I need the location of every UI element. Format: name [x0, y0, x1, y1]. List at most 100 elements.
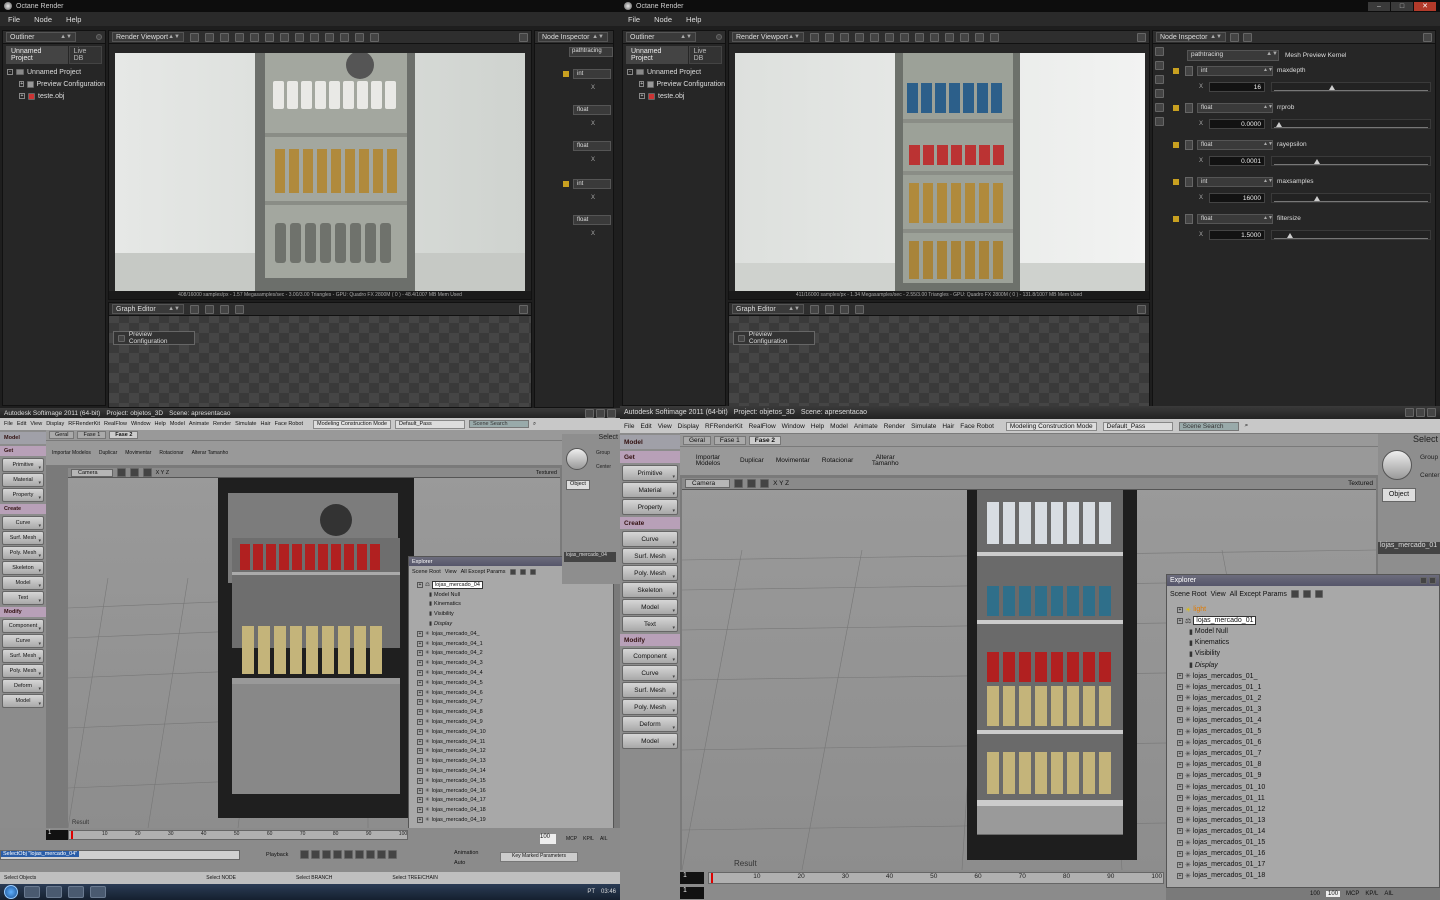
expand-icon[interactable]: + [417, 777, 423, 784]
restore-icon[interactable]: □ [1391, 1, 1413, 11]
tree-item-child[interactable]: + ✳ lojas_mercado_04_8 [417, 707, 613, 717]
close-icon[interactable] [1429, 577, 1436, 584]
render-image-left[interactable] [115, 53, 525, 298]
expand-icon[interactable]: + [417, 728, 423, 735]
outliner-combo[interactable]: Outliner ▲▼ [6, 32, 76, 42]
modify-button-1[interactable]: Curve [2, 634, 44, 648]
close-icon[interactable] [1427, 408, 1436, 417]
si-menu-11[interactable]: Simulate [235, 421, 256, 427]
si-menu-2[interactable]: View [658, 423, 672, 430]
last-frame-icon[interactable] [377, 850, 386, 859]
si-menu-8[interactable]: Model [830, 423, 848, 430]
frame-current-field[interactable]: 1 [680, 887, 704, 899]
menu-file[interactable]: File [8, 15, 20, 24]
light-icon[interactable] [915, 32, 924, 42]
script-command-line[interactable]: SelectObj "lojas_mercado_04" [0, 850, 240, 860]
expand-icon[interactable]: + [19, 93, 25, 99]
display-mode[interactable]: Textured [536, 470, 557, 476]
graph-editor-panel[interactable]: Graph Editor ▲▼ Preview Configuration [108, 302, 532, 408]
tree-item-child[interactable]: + ✳ lojas_mercado_04_11 [417, 737, 613, 747]
expand-icon[interactable]: + [417, 650, 423, 657]
rewind-icon[interactable] [810, 32, 819, 42]
tree-item-kinematics[interactable]: ▮ Kinematics [417, 600, 613, 610]
expand-icon[interactable]: + [1177, 861, 1183, 868]
expand-icon[interactable]: + [417, 640, 423, 647]
graph-save-icon[interactable] [810, 304, 819, 314]
expand-icon[interactable]: + [1177, 806, 1183, 813]
tree-item-child[interactable]: + ✳ lojas_mercado_04_15 [417, 776, 613, 786]
menu-help[interactable]: Help [686, 15, 701, 24]
maximize-icon[interactable] [519, 304, 528, 314]
si-menu-10[interactable]: Render [884, 423, 905, 430]
si-menu-3[interactable]: Display [678, 423, 699, 430]
expand-icon[interactable]: + [1177, 817, 1183, 824]
rewind-icon[interactable] [190, 32, 199, 42]
object-filter-button[interactable]: Object [566, 480, 590, 490]
create-button-0[interactable]: Curve [622, 531, 678, 547]
render-viewport-combo[interactable]: Render Viewport ▲▼ [732, 32, 804, 42]
expand-icon[interactable]: + [1177, 872, 1183, 879]
menu-node[interactable]: Node [654, 15, 672, 24]
modify-button-2[interactable]: Surf. Mesh [2, 649, 44, 663]
node-inspector-combo[interactable]: Node Inspector ▲▼ [1156, 32, 1226, 42]
si-menu-13[interactable]: Face Robot [275, 421, 303, 427]
pass-combo[interactable]: Default_Pass [1102, 421, 1173, 431]
si-menu-0[interactable]: File [4, 421, 13, 427]
tree-item-child[interactable]: + ✳ lojas_mercado_04_14 [417, 766, 613, 776]
param-type-0[interactable]: int [573, 69, 611, 79]
graph-node-icon[interactable] [825, 304, 834, 314]
bucket-icon[interactable] [900, 32, 909, 42]
select-arrow-icon[interactable] [1382, 450, 1412, 480]
select-icon[interactable] [855, 32, 864, 42]
pause-icon[interactable] [205, 32, 214, 42]
grid-icon[interactable] [355, 32, 364, 42]
tab-unnamed-project[interactable]: Unnamed Project [6, 46, 68, 64]
si-menu-11[interactable]: Simulate [911, 423, 936, 430]
minimize-icon[interactable] [585, 408, 594, 418]
si-menu-4[interactable]: RFRenderKit [68, 421, 100, 427]
tree-item-kinematics[interactable]: ▮ Kinematics [1177, 637, 1439, 648]
param-slider[interactable] [1271, 82, 1431, 92]
tree-item-root[interactable]: + ⚖ lojas_mercado_01 [1177, 615, 1439, 626]
tree-item-child[interactable]: + ✳ lojas_mercados_01_10 [1177, 782, 1439, 793]
tree-item-child[interactable]: + ✳ lojas_mercados_01_2 [1177, 693, 1439, 704]
si-menu-3[interactable]: Display [46, 421, 64, 427]
tree-item-visibility[interactable]: ▮ Visibility [1177, 648, 1439, 659]
param-type[interactable]: float [1197, 214, 1273, 224]
af-icon[interactable] [340, 32, 349, 42]
expand-icon[interactable]: + [417, 630, 423, 637]
section-create[interactable]: Create [0, 504, 46, 514]
next-frame-icon[interactable] [355, 850, 364, 859]
frame-end-field[interactable]: 100 [540, 834, 556, 844]
selected-object-field[interactable]: lojas_mercado_04 [564, 552, 616, 562]
axis-toggle[interactable]: X Y Z [773, 480, 789, 487]
node-preview-config[interactable]: Preview Configuration [733, 331, 815, 345]
param-expand-icon[interactable] [1185, 66, 1193, 76]
tree-item-child[interactable]: + ✳ lojas_mercado_04_5 [417, 678, 613, 688]
timeline-ruler[interactable]: 10 20 30 40 50 60 70 80 90 100 [68, 830, 408, 840]
scene-root-menu[interactable]: Scene Root [412, 569, 441, 575]
close-icon[interactable] [607, 408, 616, 418]
expand-icon[interactable]: + [1177, 617, 1183, 624]
mode-combo[interactable]: Modeling Construction Mode [313, 419, 392, 429]
play-icon[interactable] [840, 32, 849, 42]
section-create[interactable]: Create [620, 517, 680, 529]
expand-icon[interactable]: + [1177, 850, 1183, 857]
tree-item-child[interactable]: + ✳ lojas_mercados_01_4 [1177, 715, 1439, 726]
play-icon[interactable] [220, 32, 229, 42]
tree-item-child[interactable]: + ✳ lojas_mercados_01_16 [1177, 848, 1439, 859]
redo-icon[interactable] [945, 32, 954, 42]
tree-item-child[interactable]: + ✳ lojas_mercados_01_18 [1177, 870, 1439, 881]
maximize-icon[interactable] [519, 32, 528, 42]
undo-icon[interactable] [930, 32, 939, 42]
redo-icon[interactable] [325, 32, 334, 42]
graph-save-icon[interactable] [190, 304, 199, 314]
tree-item-project[interactable]: Unnamed Project [27, 69, 81, 76]
tree-item-child[interactable]: + ✳ lojas_mercado_04_2 [417, 649, 613, 659]
create-button-3[interactable]: Skeleton [622, 582, 678, 598]
create-button-2[interactable]: Poly. Mesh [2, 546, 44, 560]
maximize-icon[interactable] [1137, 32, 1146, 42]
expand-icon[interactable]: + [417, 817, 423, 824]
axis-toggle[interactable]: X Y Z [156, 470, 170, 476]
tab-live-db[interactable]: Live DB [688, 46, 722, 64]
